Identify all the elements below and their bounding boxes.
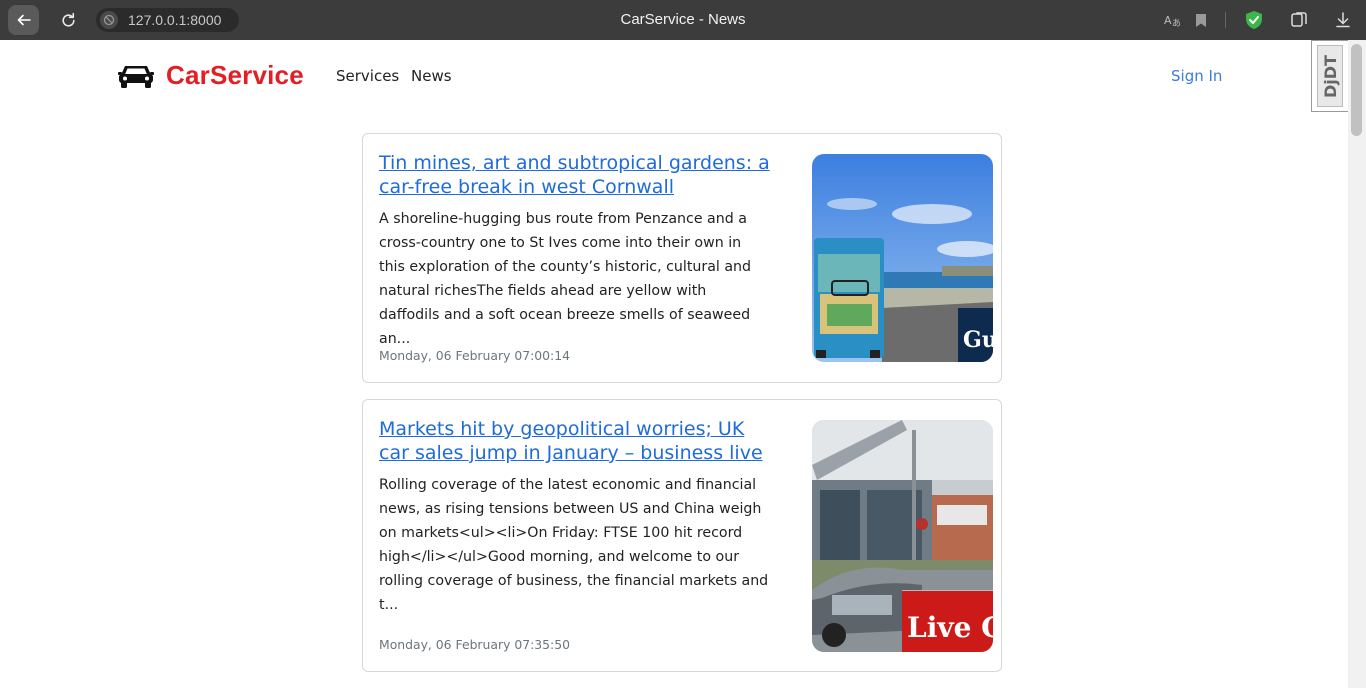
toolbar-divider xyxy=(1225,12,1226,28)
browser-toolbar: 127.0.0.1:8000 CarService - News A あ xyxy=(0,0,1366,40)
debug-toolbar-label: DjDT xyxy=(1320,54,1340,98)
nav-link-news[interactable]: News xyxy=(411,67,452,85)
scrollbar-thumb[interactable] xyxy=(1351,44,1362,136)
article-description: Rolling coverage of the latest economic … xyxy=(379,477,769,613)
car-icon xyxy=(118,65,154,88)
article-thumbnail[interactable]: Live G xyxy=(812,420,993,652)
shield-icon xyxy=(1246,11,1262,29)
bus-photo: Gu xyxy=(812,154,993,362)
collections-button[interactable] xyxy=(1289,10,1309,30)
article-description: A shoreline-hugging bus route from Penza… xyxy=(379,211,752,347)
news-card: Markets hit by geopolitical worries; UK … xyxy=(362,399,1002,672)
translate-button[interactable]: A あ xyxy=(1163,10,1183,30)
debug-toolbar-handle[interactable]: DjDT xyxy=(1311,40,1349,112)
svg-text:あ: あ xyxy=(1172,18,1181,28)
car-dealership-photo: Live G xyxy=(812,420,993,652)
translate-icon: A あ xyxy=(1164,14,1181,28)
bookmark-button[interactable] xyxy=(1191,10,1211,30)
svg-text:A: A xyxy=(1164,14,1172,27)
sign-in-link[interactable]: Sign In xyxy=(1171,67,1222,85)
article-thumbnail[interactable]: Gu xyxy=(812,154,993,362)
collections-icon xyxy=(1291,12,1307,27)
image-badge-text: Live G xyxy=(907,611,993,644)
article-title-link[interactable]: Tin mines, art and subtropical gardens: … xyxy=(379,151,779,199)
brand-link[interactable]: CarService xyxy=(118,60,304,91)
downloads-button[interactable] xyxy=(1333,10,1353,30)
window-title: CarService - News xyxy=(620,11,746,28)
article-title-link[interactable]: Markets hit by geopolitical worries; UK … xyxy=(379,417,779,465)
news-card: Tin mines, art and subtropical gardens: … xyxy=(362,133,1002,383)
article-date: Monday, 06 February 07:35:50 xyxy=(379,637,570,652)
article-date: Monday, 06 February 07:00:14 xyxy=(379,348,570,363)
download-icon xyxy=(1336,12,1350,28)
vertical-scrollbar[interactable] xyxy=(1348,40,1366,688)
shield-extension-button[interactable] xyxy=(1244,10,1264,30)
nav-link-services[interactable]: Services xyxy=(336,67,399,85)
site-navbar: CarService Services News Sign In xyxy=(0,40,1348,112)
bookmark-icon xyxy=(1196,13,1206,27)
brand-name: CarService xyxy=(166,60,304,90)
image-badge-text: Gu xyxy=(963,327,993,353)
